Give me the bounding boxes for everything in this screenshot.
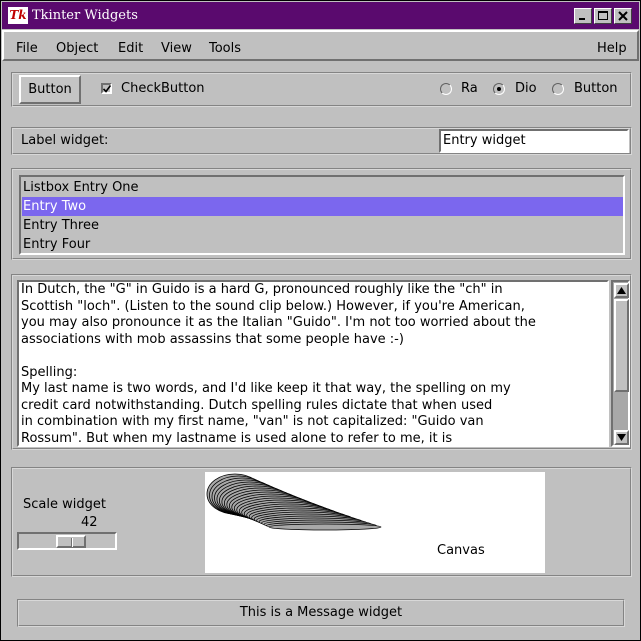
- text-line: Scottish "loch". (Listen to the sound cl…: [21, 298, 525, 314]
- listbox-item[interactable]: Entry Three: [22, 216, 623, 235]
- radio-selected-dot: [497, 87, 501, 91]
- title-bar[interactable]: Tk Tkinter Widgets: [2, 2, 639, 29]
- minimize-icon: [579, 18, 585, 20]
- close-button[interactable]: [614, 8, 632, 24]
- scroll-down-button[interactable]: [614, 430, 629, 445]
- checkmark-icon: [103, 85, 111, 93]
- canvas-widget[interactable]: Canvas: [205, 472, 545, 573]
- arrow-up-icon: [617, 287, 626, 294]
- radio-button[interactable]: [552, 83, 564, 95]
- listbox-item-selected[interactable]: Entry Two: [22, 197, 623, 216]
- tk-logo-icon[interactable]: Tk: [8, 7, 28, 24]
- menu-view[interactable]: View: [161, 40, 192, 57]
- scale-label: Scale widget: [23, 497, 106, 512]
- radio-ra-label[interactable]: Ra: [461, 80, 478, 97]
- text-widget[interactable]: In Dutch, the "G" in Guido is a hard G, …: [17, 280, 609, 447]
- text-content: In Dutch, the "G" in Guido is a hard G, …: [19, 282, 607, 446]
- scale-value: 42: [81, 515, 98, 530]
- scrollbar-thumb[interactable]: [614, 299, 629, 392]
- message-widget: This is a Message widget: [17, 599, 625, 627]
- window-title: Tkinter Widgets: [32, 8, 138, 23]
- scale-slider[interactable]: [56, 535, 86, 548]
- close-icon: [618, 11, 628, 21]
- menu-file[interactable]: File: [16, 40, 38, 57]
- text-line: in combination with my first name, "van"…: [21, 414, 484, 429]
- text-line: Spelling:: [21, 364, 78, 380]
- menu-tools[interactable]: Tools: [209, 40, 241, 57]
- text-line: Rossum". But when my lastname is used al…: [21, 430, 453, 446]
- radio-dio-label[interactable]: Dio: [515, 80, 537, 97]
- text-line: you may also pronounce it as the Italian…: [21, 315, 536, 330]
- text-line: My last name is two words, and I'd like …: [21, 381, 511, 396]
- menu-edit[interactable]: Edit: [118, 40, 143, 57]
- menu-help[interactable]: Help: [597, 40, 627, 57]
- scroll-up-button[interactable]: [614, 283, 629, 298]
- canvas-oval: [268, 523, 382, 531]
- listbox[interactable]: Listbox Entry One Entry Two Entry Three …: [19, 175, 625, 255]
- radio-dio[interactable]: [493, 83, 505, 95]
- minimize-button[interactable]: [574, 8, 592, 24]
- canvas-label: Canvas: [437, 543, 485, 558]
- menu-bar: File Object Edit View Tools Help: [2, 30, 639, 61]
- text-line: credit card notwithstanding. Dutch spell…: [21, 397, 493, 413]
- text-line: In Dutch, the "G" in Guido is a hard G, …: [21, 282, 503, 297]
- canvas-drawing: [206, 473, 382, 531]
- slider-groove: [72, 538, 73, 547]
- text-line: associations with mob assassins that som…: [21, 331, 404, 347]
- text-line: [19, 348, 607, 365]
- label-widget: Label widget:: [21, 133, 109, 148]
- listbox-item[interactable]: Listbox Entry One: [22, 178, 623, 197]
- radio-ra[interactable]: [440, 83, 452, 95]
- push-button[interactable]: Button: [19, 75, 81, 104]
- vertical-scrollbar[interactable]: [611, 280, 630, 447]
- listbox-item[interactable]: Entry Four: [22, 235, 623, 254]
- checkbutton-indicator[interactable]: [101, 83, 112, 94]
- application-window: Tk Tkinter Widgets File Object Edit View…: [0, 0, 641, 641]
- maximize-button[interactable]: [594, 8, 612, 24]
- menu-object[interactable]: Object: [56, 40, 98, 57]
- entry-widget[interactable]: Entry widget: [439, 129, 629, 153]
- scale-trough[interactable]: [17, 532, 117, 550]
- maximize-icon: [598, 11, 608, 20]
- radio-button-label[interactable]: Button: [574, 80, 618, 97]
- checkbutton-label[interactable]: CheckButton: [121, 80, 205, 97]
- arrow-down-icon: [617, 434, 626, 441]
